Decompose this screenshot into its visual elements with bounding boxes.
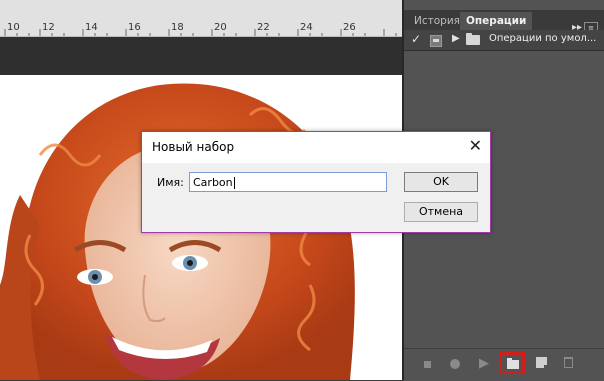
trash-icon[interactable] <box>564 357 573 368</box>
action-set-label: Операции по умол... <box>489 33 597 44</box>
ruler-number: 14 <box>85 22 98 33</box>
record-icon[interactable] <box>450 359 460 369</box>
panel-footer: ▶ <box>404 348 604 381</box>
text-caret <box>233 177 235 189</box>
dialog-title: Новый набор <box>152 140 235 154</box>
play-icon[interactable]: ▶ <box>479 356 489 371</box>
canvas-pasteboard <box>0 37 402 75</box>
ok-button[interactable]: OK <box>404 172 478 192</box>
new-set-dialog: Новый набор ✕ Имя: Carbon OK Отмена <box>141 131 491 233</box>
ruler-number: 12 <box>42 22 55 33</box>
tab-history[interactable]: История <box>408 12 466 30</box>
tab-actions[interactable]: Операции <box>460 12 533 30</box>
horizontal-ruler: 10 12 14 16 18 20 22 24 26 <box>0 0 402 37</box>
ruler-ticks <box>4 29 397 36</box>
new-set-button[interactable] <box>499 352 525 374</box>
ruler-number: 10 <box>7 22 20 33</box>
ruler-number: 26 <box>343 22 356 33</box>
stop-icon[interactable] <box>424 361 431 368</box>
checkmark-icon[interactable]: ✓ <box>411 32 421 46</box>
name-input-value: Carbon <box>193 176 233 189</box>
ruler-number: 16 <box>128 22 141 33</box>
ruler-number: 20 <box>214 22 227 33</box>
ruler-number: 22 <box>257 22 270 33</box>
folder-icon <box>507 358 519 369</box>
ruler-number: 18 <box>171 22 184 33</box>
dialog-body: Имя: Carbon OK Отмена <box>142 163 490 232</box>
close-icon[interactable]: ✕ <box>469 137 482 155</box>
new-action-icon[interactable] <box>536 357 549 370</box>
panel-tab-bar: История Операции ▸▸ ≡ <box>404 10 604 34</box>
action-set-row[interactable]: ✓ ▶ Операции по умол... <box>404 30 604 51</box>
expand-arrow-icon[interactable]: ▶ <box>452 33 460 44</box>
name-label: Имя: <box>157 176 184 189</box>
cancel-button[interactable]: Отмена <box>404 202 478 222</box>
ruler-number: 24 <box>300 22 313 33</box>
name-input[interactable]: Carbon <box>189 172 387 192</box>
folder-icon <box>466 33 480 45</box>
dialog-titlebar[interactable]: Новый набор ✕ <box>142 132 490 163</box>
dialog-toggle-icon[interactable] <box>430 35 442 47</box>
